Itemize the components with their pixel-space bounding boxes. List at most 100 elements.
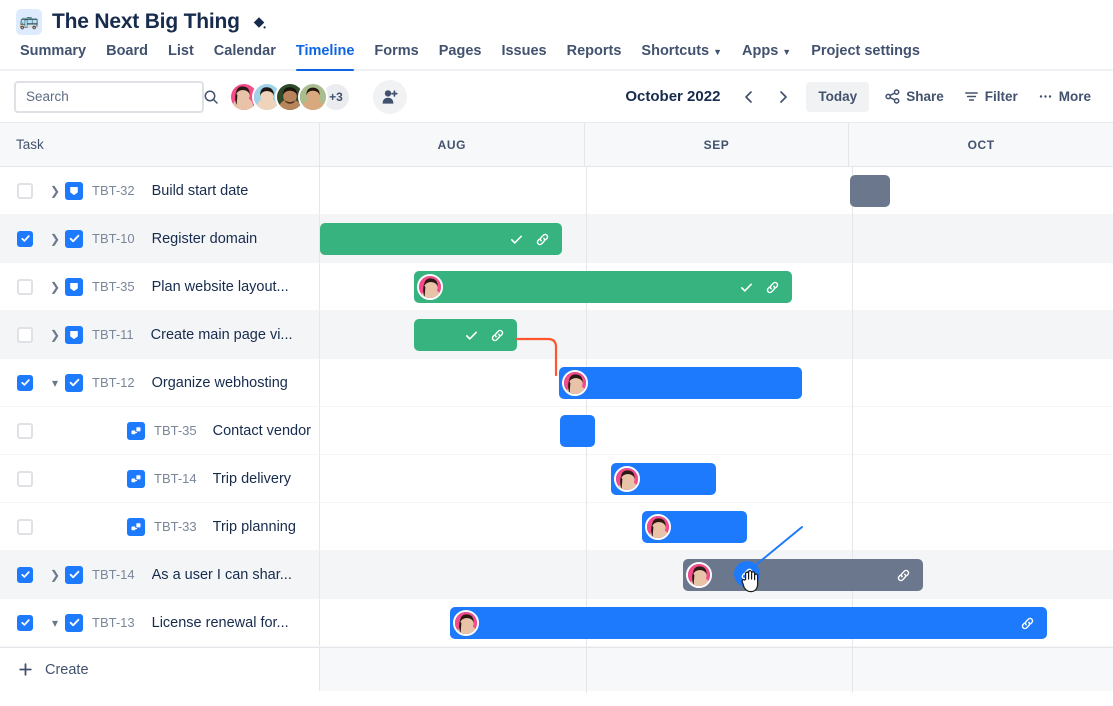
avatar[interactable] (298, 82, 328, 112)
tab-board[interactable]: Board (96, 37, 158, 69)
task-cell[interactable]: ❯TBT-11Create main page vi... (0, 311, 320, 358)
task-cell[interactable]: ▾TBT-13License renewal for... (0, 599, 320, 646)
dependency-drag-handle[interactable] (734, 561, 760, 587)
row-checkbox[interactable] (17, 567, 33, 583)
issue-type-story-icon (65, 278, 83, 296)
row-checkbox[interactable] (17, 471, 33, 487)
timeline-lane[interactable] (320, 215, 1113, 262)
task-cell[interactable]: TBT-35Contact vendor (0, 407, 320, 454)
filter-label: Filter (985, 89, 1018, 104)
task-cell[interactable]: ❯TBT-32Build start date (0, 167, 320, 214)
timeline-bar[interactable] (559, 367, 802, 399)
more-button[interactable]: More (1030, 82, 1099, 112)
row-checkbox[interactable] (17, 519, 33, 535)
create-row-lane (320, 648, 1113, 691)
row-checkbox[interactable] (17, 423, 33, 439)
timeline-lane[interactable] (320, 167, 1113, 214)
table-row[interactable]: ❯TBT-14As a user I can shar... (0, 551, 1113, 599)
table-row[interactable]: ❯TBT-35Plan website layout... (0, 263, 1113, 311)
today-label: Today (818, 89, 857, 104)
row-checkbox[interactable] (17, 231, 33, 247)
bus-icon: 🚌 (16, 9, 42, 35)
timeline-lane[interactable] (320, 599, 1113, 646)
filter-button[interactable]: Filter (956, 82, 1026, 112)
timeline-bar[interactable] (450, 607, 1047, 639)
link-icon[interactable] (765, 280, 780, 295)
row-checkbox[interactable] (17, 183, 33, 199)
next-period-button[interactable] (768, 82, 798, 112)
tab-summary[interactable]: Summary (10, 37, 96, 69)
today-button[interactable]: Today (806, 82, 869, 112)
timeline-bar[interactable] (320, 223, 562, 255)
timeline-bar[interactable] (683, 559, 923, 591)
task-cell[interactable]: ❯TBT-10Register domain (0, 215, 320, 262)
tab-pages[interactable]: Pages (429, 37, 492, 69)
assignee-avatar (453, 610, 479, 636)
expand-toggle[interactable]: ❯ (45, 328, 65, 342)
link-icon[interactable] (490, 328, 505, 343)
task-cell[interactable]: TBT-14Trip delivery (0, 455, 320, 502)
collapse-toggle[interactable]: ▾ (45, 616, 65, 630)
timeline-bar[interactable] (642, 511, 747, 543)
row-checkbox[interactable] (17, 327, 33, 343)
add-person-button[interactable] (373, 80, 407, 114)
expand-toggle[interactable]: ❯ (45, 280, 65, 294)
expand-toggle[interactable]: ❯ (45, 568, 65, 582)
table-row[interactable]: ▾TBT-13License renewal for... (0, 599, 1113, 647)
timeline-rows: ❯TBT-32Build start date❯TBT-10Register d… (0, 167, 1113, 647)
table-row[interactable]: ▾TBT-12Organize webhosting (0, 359, 1113, 407)
timeline-lane[interactable] (320, 263, 1113, 310)
search-input[interactable] (26, 89, 203, 104)
task-cell[interactable]: ▾TBT-12Organize webhosting (0, 359, 320, 406)
prev-period-button[interactable] (734, 82, 764, 112)
timeline-bar[interactable] (560, 415, 595, 447)
tab-label: Shortcuts (641, 43, 709, 59)
timeline-lane[interactable] (320, 407, 1113, 454)
tab-apps[interactable]: Apps ▼ (732, 37, 801, 69)
timeline-lane[interactable] (320, 359, 1113, 406)
table-row[interactable]: ❯TBT-32Build start date (0, 167, 1113, 215)
create-issue-button[interactable]: Create (0, 648, 320, 691)
task-cell[interactable]: ❯TBT-35Plan website layout... (0, 263, 320, 310)
link-icon[interactable] (1020, 616, 1035, 631)
row-checkbox[interactable] (17, 375, 33, 391)
link-icon[interactable] (896, 568, 911, 583)
table-row[interactable]: TBT-35Contact vendor (0, 407, 1113, 455)
tab-project-settings[interactable]: Project settings (801, 37, 930, 69)
tab-label: Issues (501, 43, 546, 59)
search-box[interactable] (14, 81, 204, 113)
expand-toggle[interactable]: ❯ (45, 184, 65, 198)
expand-toggle[interactable]: ❯ (45, 232, 65, 246)
table-row[interactable]: ❯TBT-10Register domain (0, 215, 1113, 263)
table-row[interactable]: TBT-14Trip delivery (0, 455, 1113, 503)
row-checkbox[interactable] (17, 279, 33, 295)
table-row[interactable]: ❯TBT-11Create main page vi... (0, 311, 1113, 359)
timeline-bar[interactable] (414, 319, 517, 351)
tab-timeline[interactable]: Timeline (286, 37, 365, 69)
timeline-lane[interactable] (320, 311, 1113, 358)
tab-reports[interactable]: Reports (557, 37, 632, 69)
timeline-lane[interactable] (320, 455, 1113, 502)
timeline-lane[interactable] (320, 503, 1113, 550)
table-row[interactable]: TBT-33Trip planning (0, 503, 1113, 551)
timeline-lane[interactable] (320, 551, 1113, 598)
tab-shortcuts[interactable]: Shortcuts ▼ (631, 37, 732, 69)
task-cell[interactable]: TBT-33Trip planning (0, 503, 320, 550)
link-icon[interactable] (535, 232, 550, 247)
tab-forms[interactable]: Forms (364, 37, 428, 69)
tab-issues[interactable]: Issues (491, 37, 556, 69)
issue-summary: Organize webhosting (152, 375, 288, 391)
task-cell[interactable]: ❯TBT-14As a user I can shar... (0, 551, 320, 598)
timeline-bar[interactable] (414, 271, 792, 303)
link-icon (765, 280, 780, 295)
collapse-toggle[interactable]: ▾ (45, 376, 65, 390)
issue-key: TBT-13 (92, 615, 135, 630)
timeline-bar[interactable] (611, 463, 716, 495)
chevron-left-icon (742, 90, 756, 104)
tab-list[interactable]: List (158, 37, 204, 69)
timeline-bar[interactable] (850, 175, 890, 207)
tab-calendar[interactable]: Calendar (204, 37, 286, 69)
create-issue-row[interactable]: Create (0, 647, 1113, 691)
row-checkbox[interactable] (17, 615, 33, 631)
share-button[interactable]: Share (877, 82, 952, 112)
